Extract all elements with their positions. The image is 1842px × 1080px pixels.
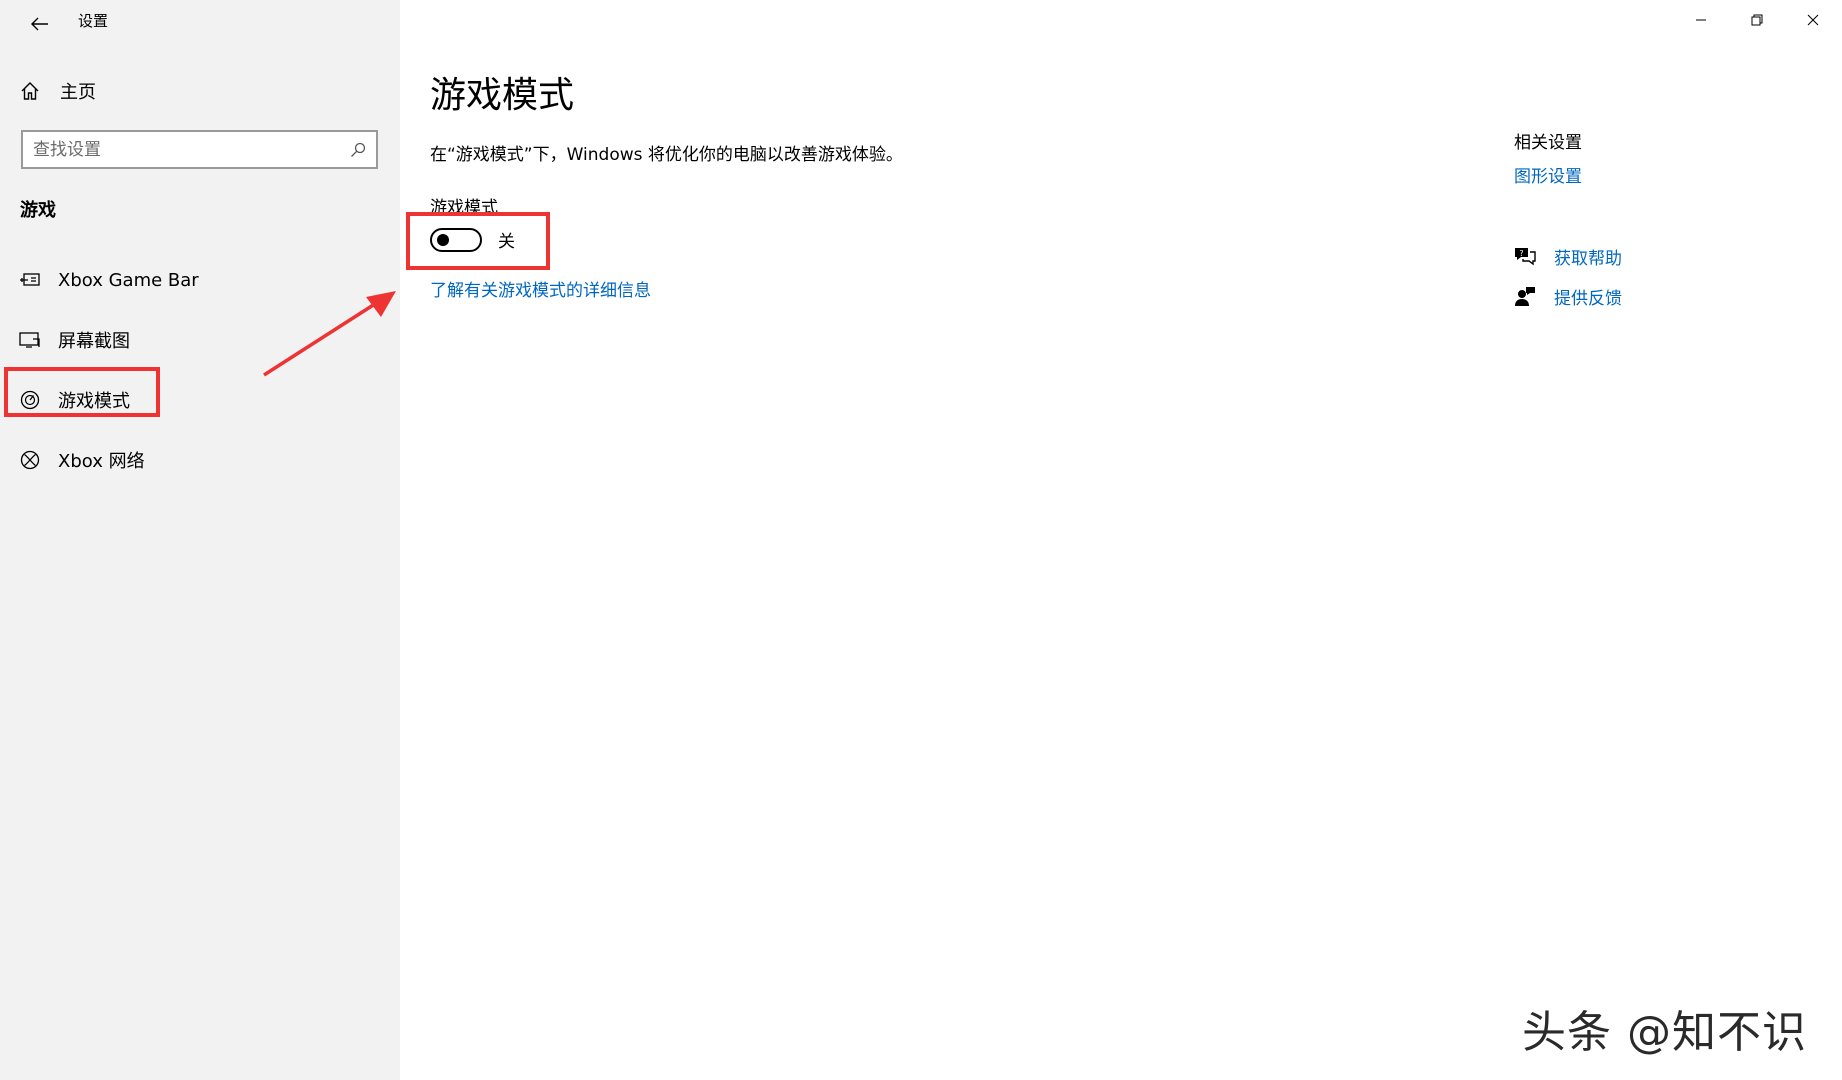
- sidebar-item-label: 游戏模式: [58, 391, 130, 412]
- page-title: 游戏模式: [430, 75, 575, 116]
- gamebar-icon: [18, 268, 42, 292]
- sidebar: 设置 主页 游戏 Xbox Game Bar: [0, 0, 400, 1080]
- learn-more-link[interactable]: 了解有关游戏模式的详细信息: [430, 276, 651, 301]
- related-settings-title: 相关设置: [1514, 133, 1582, 153]
- get-help-row[interactable]: ? 获取帮助: [1512, 242, 1622, 270]
- sidebar-item-game-mode[interactable]: 游戏模式: [0, 372, 400, 428]
- svg-text:?: ?: [1519, 249, 1523, 258]
- search-input[interactable]: [23, 139, 340, 160]
- search-box[interactable]: [21, 130, 378, 169]
- game-mode-toggle[interactable]: [430, 227, 482, 252]
- home-icon: [21, 82, 39, 100]
- search-icon[interactable]: [340, 142, 376, 158]
- close-icon: [1807, 14, 1819, 26]
- watermark: 头条 @知不识: [1522, 1007, 1807, 1058]
- home-link[interactable]: 主页: [20, 76, 96, 106]
- help-chat-icon: ?: [1512, 243, 1538, 269]
- toggle-label: 游戏模式: [430, 198, 498, 218]
- section-title: 游戏: [20, 200, 56, 221]
- minimize-icon: [1696, 19, 1706, 21]
- capture-icon: [18, 328, 42, 352]
- sidebar-item-label: Xbox 网络: [58, 451, 145, 472]
- game-mode-icon: [18, 388, 42, 412]
- feedback-link: 提供反馈: [1554, 288, 1622, 309]
- toggle-knob: [437, 233, 449, 246]
- xbox-icon: [18, 448, 42, 472]
- restore-button[interactable]: [1729, 0, 1785, 40]
- restore-icon: [1751, 14, 1763, 26]
- back-button[interactable]: [20, 8, 60, 40]
- game-mode-toggle-row: 关: [430, 227, 515, 252]
- page-description: 在“游戏模式”下，Windows 将优化你的电脑以改善游戏体验。: [430, 145, 903, 165]
- back-arrow-icon: [31, 17, 48, 31]
- home-label: 主页: [60, 82, 96, 103]
- annotation-arrow-icon: [263, 291, 396, 377]
- get-help-link: 获取帮助: [1554, 248, 1622, 269]
- graphics-settings-link[interactable]: 图形设置: [1514, 162, 1582, 187]
- toggle-state-text: 关: [498, 232, 515, 252]
- close-button[interactable]: [1785, 0, 1841, 40]
- feedback-person-icon: [1512, 283, 1538, 309]
- sidebar-item-label: 屏幕截图: [58, 331, 130, 352]
- sidebar-item-xbox-network[interactable]: Xbox 网络: [0, 432, 400, 488]
- minimize-button[interactable]: [1673, 0, 1729, 40]
- sidebar-item-label: Xbox Game Bar: [58, 269, 199, 291]
- app-title: 设置: [78, 12, 109, 30]
- feedback-row[interactable]: 提供反馈: [1512, 282, 1622, 310]
